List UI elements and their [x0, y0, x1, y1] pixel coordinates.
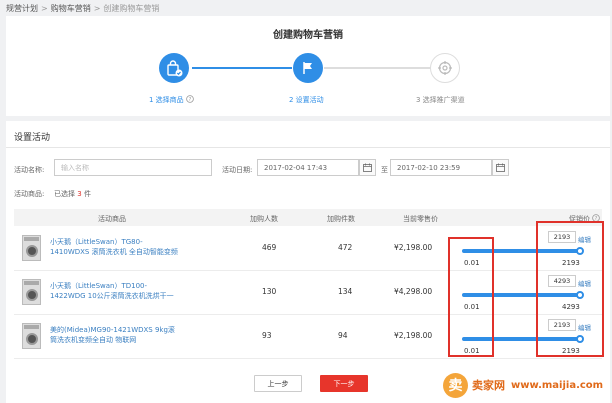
svg-text:?: ?	[189, 97, 192, 103]
table-header: 活动商品 加购人数 加购件数 当前零售价 促销价 ?	[14, 209, 602, 226]
step-2-label: 2 设置活动	[289, 96, 324, 104]
col-buyers: 加购人数	[250, 215, 278, 223]
breadcrumb-item-plan[interactable]: 规营计划	[6, 4, 38, 13]
target-icon	[438, 61, 452, 75]
step-2-circle	[293, 53, 323, 83]
table-row: 美的(Midea)MG90-1421WDXS 9kg滚筒洗衣机变频全自动 物联网…	[14, 315, 602, 359]
watermark-logo: 卖	[443, 372, 468, 398]
watermark-url: www.maijia.com	[511, 379, 604, 391]
table-row: 小天鹅（LittleSwan）TD100-1422WDG 10公斤滚筒洗衣机洗烘…	[14, 271, 602, 315]
stepper-panel: 创建购物车营销 1 选择商品 ? 2 设置活动 3 选择推广渠道	[6, 16, 610, 116]
help-icon[interactable]: ?	[186, 95, 194, 103]
activity-goods-label: 活动商品:	[14, 190, 45, 198]
table-row: 小天鹅（LittleSwan）TG80-1410WDXS 滚筒洗衣机 全自动智能…	[14, 227, 602, 271]
product-image[interactable]	[22, 279, 41, 305]
breadcrumb-separator: >	[93, 4, 101, 13]
buyers-count: 93	[262, 331, 272, 340]
step-3-label: 3 选择推广渠道	[416, 96, 465, 104]
flag-icon	[303, 62, 312, 74]
col-items: 加购件数	[327, 215, 355, 223]
items-count: 472	[338, 243, 353, 252]
breadcrumb: 规营计划 > 购物车营销 > 创建购物车营销	[6, 3, 159, 14]
calendar-icon[interactable]	[359, 159, 376, 176]
end-date-input[interactable]: 2017-02-10 23:59	[390, 159, 492, 176]
current-price: ¥4,298.00	[394, 287, 433, 296]
buyers-count: 469	[262, 243, 277, 252]
watermark: 卖 卖家网 www.maijia.com	[443, 372, 610, 398]
col-product: 活动商品	[98, 215, 126, 223]
items-count: 94	[338, 331, 348, 340]
divider	[6, 147, 610, 148]
section-title: 设置活动	[14, 133, 51, 143]
calendar-icon[interactable]	[492, 159, 509, 176]
start-date-input[interactable]: 2017-02-04 17:43	[257, 159, 359, 176]
items-count: 134	[338, 287, 353, 296]
activity-settings-panel: 设置活动 活动名称: 输入名称 活动日期: 2017-02-04 17:43 至…	[6, 121, 610, 403]
activity-date-label: 活动日期:	[222, 166, 253, 174]
selected-count-text: 已选择 3 件	[54, 190, 91, 198]
breadcrumb-item-cart-marketing[interactable]: 购物车营销	[51, 4, 91, 13]
activity-name-label: 活动名称:	[14, 166, 45, 174]
current-price: ¥2,198.00	[394, 243, 433, 252]
highlight-promo-box	[536, 221, 604, 357]
breadcrumb-separator: >	[41, 4, 48, 13]
step-3-circle	[430, 53, 460, 83]
step-connector-done	[192, 67, 292, 69]
product-image[interactable]	[22, 323, 41, 349]
previous-step-button[interactable]: 上一步	[254, 375, 302, 392]
breadcrumb-item-current: 创建购物车营销	[103, 4, 160, 13]
shopping-bag-check-icon	[167, 60, 183, 77]
product-name-link[interactable]: 小天鹅（LittleSwan）TD100-1422WDG 10公斤滚筒洗衣机洗烘…	[50, 281, 178, 301]
current-price: ¥2,198.00	[394, 331, 433, 340]
highlight-min-box	[448, 237, 494, 357]
step-1-label: 1 选择商品 ?	[149, 95, 194, 105]
product-name-link[interactable]: 美的(Midea)MG90-1421WDXS 9kg滚筒洗衣机变频全自动 物联网	[50, 325, 178, 345]
step-connector-pending	[324, 67, 434, 69]
next-step-button[interactable]: 下一步	[320, 375, 368, 392]
product-name-link[interactable]: 小天鹅（LittleSwan）TG80-1410WDXS 滚筒洗衣机 全自动智能…	[50, 237, 178, 257]
product-image[interactable]	[22, 235, 41, 261]
col-price: 当前零售价	[403, 215, 438, 223]
page-title: 创建购物车营销	[273, 30, 343, 41]
selected-count: 3	[77, 190, 82, 198]
step-1-circle	[159, 53, 189, 83]
watermark-name: 卖家网	[472, 379, 505, 392]
activity-name-input[interactable]: 输入名称	[54, 159, 212, 176]
buyers-count: 130	[262, 287, 277, 296]
date-range-separator: 至	[381, 166, 388, 174]
